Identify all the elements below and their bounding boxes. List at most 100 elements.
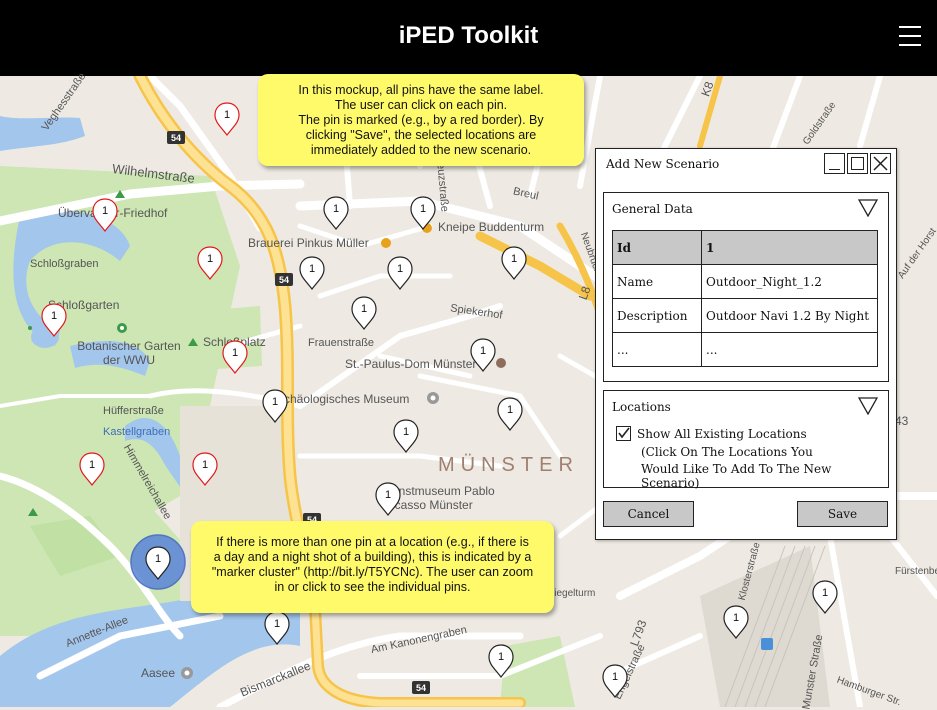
note-line: In this mockup, all pins have the same l… [298, 83, 544, 97]
map-label: Schloßgraben [30, 258, 99, 270]
map-label: 43 [895, 414, 909, 428]
general-data-panel: General Data Id 1 Name Outdoor_Night_1.2… [603, 192, 889, 382]
locations-hint: Would Like To Add To The New Scenario) [641, 462, 832, 490]
pin-label: 1 [88, 459, 96, 471]
save-button[interactable]: Save [797, 501, 888, 527]
map-pin-selected[interactable]: 1 [197, 246, 223, 280]
locations-hint: (Click On The Locations You [641, 445, 813, 459]
map-pin-selected[interactable]: 1 [192, 452, 218, 486]
note-line: The user can click on each pin. [334, 98, 508, 112]
map-pin[interactable]: 1 [387, 256, 413, 290]
map-label: St.-Paulus-Dom Münster [345, 357, 477, 371]
map-label: Archäologisches Museum [272, 392, 410, 406]
cancel-button[interactable]: Cancel [603, 501, 694, 527]
description-field[interactable]: Outdoor Navi 1.2 By Night [701, 298, 878, 333]
show-locations-label: Show All Existing Locations [637, 427, 807, 441]
close-icon [873, 156, 888, 171]
route-label: 54 [171, 133, 181, 143]
table-cell-key: Name [612, 264, 702, 299]
map-pin[interactable]: 1 [602, 664, 628, 698]
map-pin[interactable]: 1 [410, 196, 436, 230]
map-label: Brauerei Pinkus Müller [248, 236, 369, 250]
svg-text:54: 54 [279, 275, 289, 285]
dialog-title: Add New Scenario [606, 157, 720, 171]
note-line: a day and a night shot of a building), t… [213, 550, 532, 564]
pin-label: 1 [206, 253, 214, 265]
pin-label: 1 [402, 426, 410, 438]
map-label: MÜNSTER [438, 454, 579, 476]
note-line: If there is more than one pin at a locat… [216, 535, 529, 549]
map-pin[interactable]: 1 [470, 338, 496, 372]
add-new-scenario-dialog: Add New Scenario General Data Id 1 Name … [595, 148, 897, 540]
pin-label: 1 [419, 203, 427, 215]
svg-text:54: 54 [416, 683, 426, 693]
locations-title: Locations [612, 400, 671, 414]
map-pin-selected[interactable]: 1 [41, 303, 67, 337]
map-pin-selected[interactable]: 1 [222, 340, 248, 374]
pin-label: 1 [101, 205, 109, 217]
pin-label: 1 [332, 203, 340, 215]
map-pin-selected[interactable]: 1 [79, 452, 105, 486]
maximize-window-button[interactable] [847, 153, 868, 174]
table-row: Name Outdoor_Night_1.2 [612, 264, 878, 299]
map-label: Botanischer Garten der WWU [77, 339, 181, 367]
map-pin[interactable]: 1 [323, 196, 349, 230]
table-row: Description Outdoor Navi 1.2 By Night [612, 298, 878, 333]
collapse-triangle-icon[interactable] [858, 397, 878, 415]
table-cell-value[interactable]: ... [701, 332, 878, 367]
map-pin[interactable]: 1 [351, 296, 377, 330]
note-line: immediately added to the new scenario. [310, 143, 532, 157]
map-pin[interactable]: 1 [262, 389, 288, 423]
map-label: Frauenstraße [308, 337, 375, 349]
show-locations-checkbox[interactable] [616, 426, 631, 441]
map-pin[interactable]: 1 [488, 644, 514, 678]
table-cell-key: ... [612, 332, 702, 367]
map-label: Kunstmuseum Pablo Picasso Münster [384, 484, 495, 512]
table-row: Id 1 [612, 230, 878, 265]
pin-label: 1 [231, 347, 239, 359]
map-pin[interactable]: 1 [812, 580, 838, 614]
marker-cluster[interactable]: 1 [145, 546, 171, 580]
map-label: Hüfferstraße [103, 405, 164, 417]
pin-label: 1 [223, 109, 231, 121]
map-label: Kastellgraben [103, 426, 171, 438]
map-pin[interactable]: 1 [375, 482, 401, 516]
map-pin[interactable]: 1 [299, 256, 325, 290]
annotation-note-top: In this mockup, all pins have the same l… [258, 74, 584, 166]
map-label: Fürstenbergstr. [895, 566, 937, 577]
pin-label: 1 [506, 404, 514, 416]
pin-label: 1 [201, 459, 209, 471]
pin-label: 1 [497, 651, 505, 663]
map-pin[interactable]: 1 [264, 611, 290, 645]
note-line: "marker cluster" (http://bit.ly/T5YCNc).… [211, 565, 534, 579]
name-field[interactable]: Outdoor_Night_1.2 [701, 264, 878, 299]
map-pin[interactable]: 1 [501, 246, 527, 280]
minimize-icon [829, 168, 840, 170]
locations-panel: Locations Show All Existing Locations (C… [603, 390, 889, 490]
pin-label: 1 [479, 345, 487, 357]
app-title: iPED Toolkit [398, 22, 539, 49]
table-cell-value[interactable]: 1 [701, 230, 878, 265]
maximize-icon [851, 157, 864, 170]
pin-label: 1 [510, 253, 518, 265]
pin-label: 1 [732, 612, 740, 624]
note-line: in or click to see the individual pins. [274, 580, 471, 594]
note-line: The pin is marked (e.g., by a red border… [298, 113, 544, 127]
close-window-button[interactable] [870, 153, 891, 174]
map-label: Kneipe Buddenturm [438, 220, 545, 234]
map-pin-selected[interactable]: 1 [214, 102, 240, 136]
annotation-note-bottom: If there is more than one pin at a locat… [191, 521, 554, 613]
map-pin[interactable]: 1 [497, 397, 523, 431]
pin-label: 1 [273, 618, 281, 630]
hamburger-menu-icon[interactable] [899, 26, 921, 48]
pin-label: 1 [271, 396, 279, 408]
minimize-window-button[interactable] [824, 153, 845, 174]
collapse-triangle-icon[interactable] [858, 199, 878, 217]
pin-label: 1 [821, 587, 829, 599]
map-pin[interactable]: 1 [393, 419, 419, 453]
pin-label: 1 [50, 310, 58, 322]
map-pin[interactable]: 1 [723, 605, 749, 639]
cluster-label: 1 [154, 553, 162, 565]
top-bar: iPED Toolkit [0, 0, 937, 76]
map-pin-selected[interactable]: 1 [92, 198, 118, 232]
